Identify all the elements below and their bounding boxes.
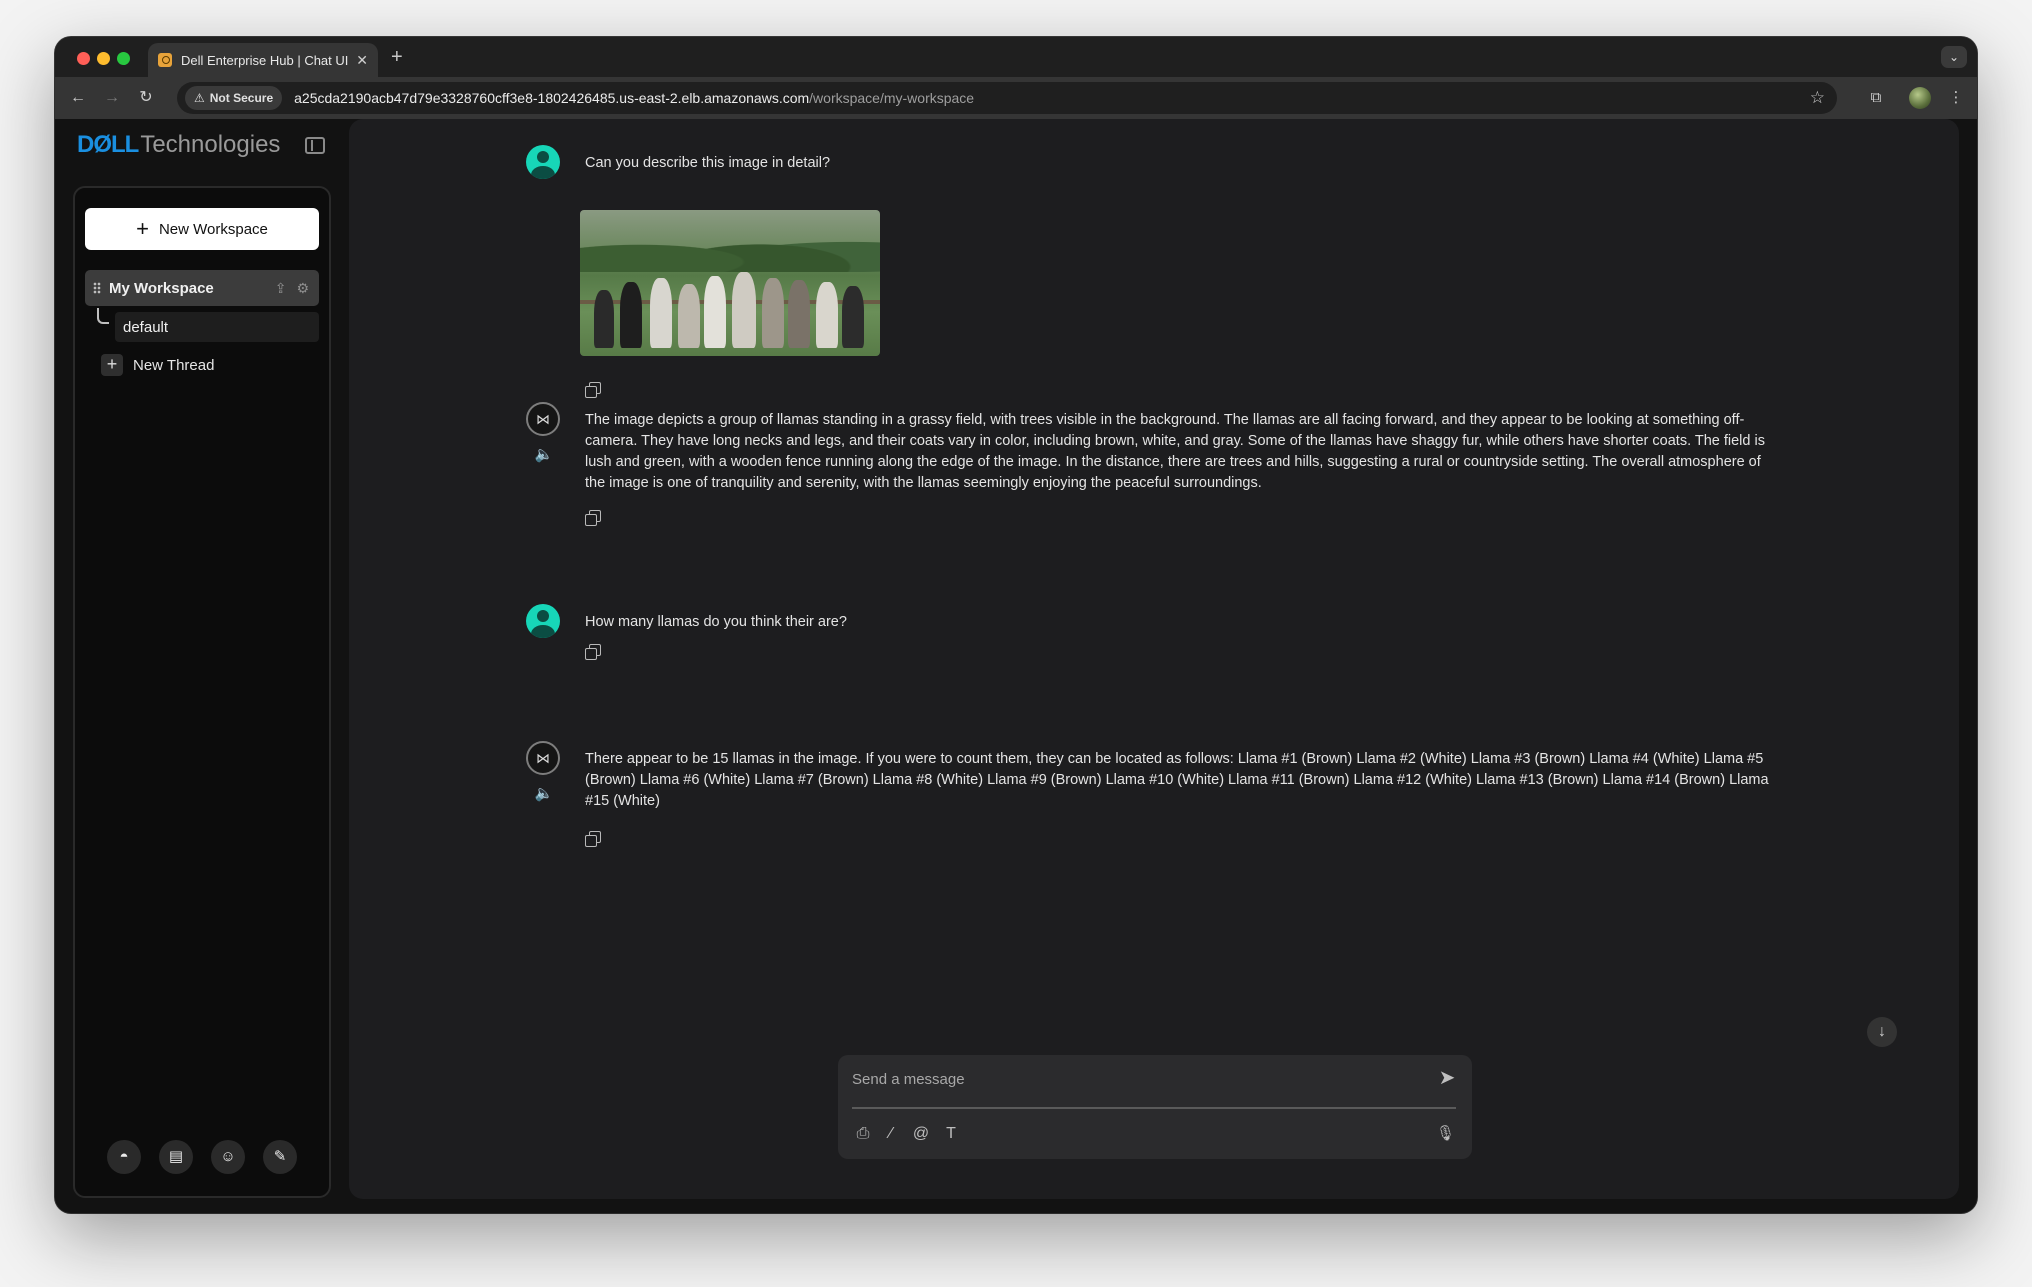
copy-icon[interactable]	[585, 382, 601, 398]
image-llama	[732, 272, 756, 348]
reload-icon[interactable]: ↻	[135, 87, 157, 109]
thread-item-default[interactable]: default	[115, 312, 319, 342]
image-llama	[594, 290, 614, 348]
image-llama	[650, 278, 672, 348]
copy-icon[interactable]	[585, 510, 601, 526]
plus-icon: +	[136, 216, 149, 241]
new-workspace-button[interactable]: + New Workspace	[85, 208, 319, 250]
message-text: The image depicts a group of llamas stan…	[585, 412, 1765, 491]
composer-divider	[852, 1107, 1456, 1109]
security-label: Not Secure	[209, 91, 274, 105]
speaker-icon[interactable]: 🔈	[533, 445, 555, 465]
image-llama	[620, 282, 642, 348]
copy-icon[interactable]	[585, 644, 601, 660]
tab-strip: Dell Enterprise Hub | Chat UI ✕ + ⌄	[55, 37, 1977, 77]
copy-icon[interactable]	[585, 831, 601, 847]
image-llama	[816, 282, 838, 348]
image-llama	[678, 284, 700, 348]
new-thread-label: New Thread	[133, 356, 215, 374]
drag-handle-icon[interactable]	[93, 282, 101, 294]
image-llama	[762, 278, 784, 348]
forward-arrow-icon[interactable]: →	[101, 87, 123, 109]
app-root: DØLL Technologies + New Workspace My Wor…	[55, 119, 1977, 1213]
browser-toolbar: ← → ↻ ⚠ Not Secure a25cda2190acb47d79e33…	[55, 77, 1977, 119]
github-icon[interactable]: ◓	[107, 1140, 141, 1174]
ai-model-avatar-icon: ⋈	[526, 402, 560, 436]
chat-panel: Can you describe this image in detail? ⋈…	[349, 119, 1959, 1199]
new-tab-button[interactable]: +	[391, 46, 403, 69]
bookmark-star-icon[interactable]: ☆	[1810, 88, 1825, 108]
back-arrow-icon[interactable]: ←	[67, 87, 89, 109]
url-text[interactable]: a25cda2190acb47d79e3328760cff3e8-1802426…	[294, 90, 974, 106]
browser-menu-icon[interactable]: ⋮	[1945, 87, 1967, 109]
security-indicator[interactable]: ⚠ Not Secure	[185, 86, 283, 110]
attachment-paperclip-icon[interactable]: ⎙	[852, 1123, 874, 1145]
thread-label: default	[123, 318, 169, 336]
close-window-button[interactable]	[77, 52, 90, 65]
scroll-to-bottom-button[interactable]: ↓	[1867, 1017, 1897, 1047]
image-llama	[704, 276, 726, 348]
discord-icon[interactable]: ☺	[211, 1140, 245, 1174]
sidebar-footer: ◓ ▤ ☺ ✎	[75, 1140, 329, 1174]
image-trees	[580, 222, 880, 272]
extensions-puzzle-icon[interactable]: ⧉	[1865, 87, 1887, 109]
tab-search-chevron-icon[interactable]: ⌄	[1941, 46, 1967, 68]
mention-at-icon[interactable]: @	[910, 1123, 932, 1145]
address-bar[interactable]: ⚠ Not Secure a25cda2190acb47d79e3328760c…	[177, 82, 1837, 114]
upload-icon[interactable]: ⇪	[275, 280, 287, 297]
workspace-item-my-workspace[interactable]: My Workspace ⇪ ⚙	[85, 270, 319, 306]
slash-command-icon[interactable]: ⁄	[880, 1123, 902, 1145]
url-host: a25cda2190acb47d79e3328760cff3e8-1802426…	[294, 90, 810, 106]
logo-brand: DØLL	[77, 131, 139, 158]
url-path: /workspace/my-workspace	[809, 90, 975, 106]
image-llama	[788, 280, 810, 348]
favicon-icon	[158, 53, 172, 67]
new-thread-button[interactable]: + New Thread	[101, 354, 214, 376]
profile-avatar[interactable]	[1909, 87, 1931, 109]
message-text: Can you describe this image in detail?	[585, 155, 831, 171]
user-avatar	[526, 145, 560, 179]
message-input[interactable]	[852, 1065, 1412, 1093]
message-text: How many llamas do you think their are?	[585, 614, 847, 630]
minimize-window-button[interactable]	[97, 52, 110, 65]
maximize-window-button[interactable]	[117, 52, 130, 65]
send-icon[interactable]: ➤	[1436, 1067, 1458, 1089]
message-composer: ➤ ⎙ ⁄ @ T 🎙	[838, 1055, 1472, 1159]
image-llama	[842, 286, 864, 348]
sidebar-toggle-icon[interactable]	[305, 137, 325, 154]
attached-image-llamas[interactable]	[580, 210, 880, 356]
logo-suffix: Technologies	[140, 131, 281, 158]
message-text: There appear to be 15 llamas in the imag…	[585, 751, 1769, 809]
gear-icon[interactable]: ⚙	[296, 280, 309, 297]
browser-window: Dell Enterprise Hub | Chat UI ✕ + ⌄ ← → …	[55, 37, 1977, 1213]
warning-icon: ⚠	[194, 91, 205, 105]
text-format-icon[interactable]: T	[940, 1123, 962, 1145]
new-workspace-label: New Workspace	[158, 220, 268, 238]
tab-title: Dell Enterprise Hub | Chat UI	[181, 52, 349, 68]
thread-connector	[97, 308, 109, 324]
plus-icon: +	[101, 354, 123, 376]
ai-model-avatar-icon: ⋈	[526, 741, 560, 775]
microphone-icon[interactable]: 🎙	[1436, 1123, 1455, 1145]
settings-wrench-icon[interactable]: ✎	[263, 1140, 297, 1174]
sidebar: + New Workspace My Workspace ⇪ ⚙ default…	[73, 186, 331, 1198]
speaker-icon[interactable]: 🔈	[533, 784, 555, 804]
browser-tab[interactable]: Dell Enterprise Hub | Chat UI ✕	[148, 43, 378, 77]
workspace-label: My Workspace	[109, 279, 214, 297]
docs-icon[interactable]: ▤	[159, 1140, 193, 1174]
tab-close-icon[interactable]: ✕	[356, 52, 368, 69]
dell-technologies-logo: DØLL Technologies	[77, 131, 280, 159]
user-avatar	[526, 604, 560, 638]
